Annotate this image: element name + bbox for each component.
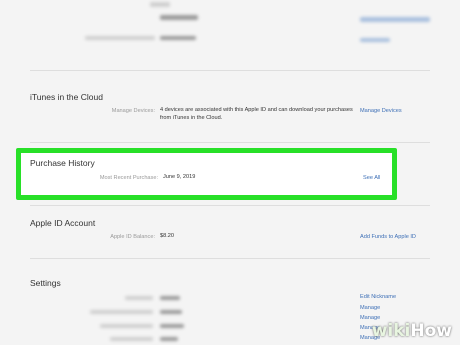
divider (30, 258, 430, 259)
apple-id-balance-value: $8.20 (160, 233, 174, 239)
see-all-link[interactable]: See All (363, 175, 380, 181)
watermark-how: How (410, 321, 452, 341)
blurred-label (110, 337, 153, 341)
purchase-history-title: Purchase History (30, 158, 95, 168)
blurred-label (100, 324, 153, 328)
blurred-link (360, 17, 430, 22)
most-recent-purchase-label: Most Recent Purchase: (99, 175, 158, 181)
apple-id-balance-label: Apple ID Balance: (110, 234, 155, 240)
manage-link[interactable]: Manage (360, 305, 380, 311)
wikihow-watermark: wikiHow (372, 321, 452, 341)
blurred-text (150, 2, 170, 7)
blurred-value (160, 310, 182, 314)
manage-devices-label: Manage Devices: (111, 108, 155, 114)
blurred-value (160, 36, 196, 40)
blurred-value (160, 15, 198, 20)
divider (30, 70, 430, 71)
blurred-value (160, 296, 180, 300)
itunes-section-title: iTunes in the Cloud (30, 92, 103, 102)
settings-title: Settings (30, 278, 61, 288)
divider (30, 142, 430, 143)
manage-devices-text: 4 devices are associated with this Apple… (160, 107, 353, 121)
blurred-label (90, 310, 153, 314)
blurred-value (160, 324, 184, 328)
blurred-value (160, 337, 178, 341)
edit-nickname-link[interactable]: Edit Nickname (360, 294, 396, 300)
most-recent-purchase-date: June 9, 2019 (163, 174, 196, 180)
apple-id-account-title: Apple ID Account (30, 218, 96, 228)
purchase-history-highlight: Purchase History Most Recent Purchase: J… (16, 148, 397, 200)
blurred-label (125, 296, 153, 300)
blurred-link (360, 38, 390, 42)
add-funds-link[interactable]: Add Funds to Apple ID (360, 234, 416, 240)
manage-devices-link[interactable]: Manage Devices (360, 108, 402, 114)
divider (30, 205, 430, 206)
blurred-label (85, 36, 155, 40)
watermark-wiki: wiki (371, 321, 411, 341)
